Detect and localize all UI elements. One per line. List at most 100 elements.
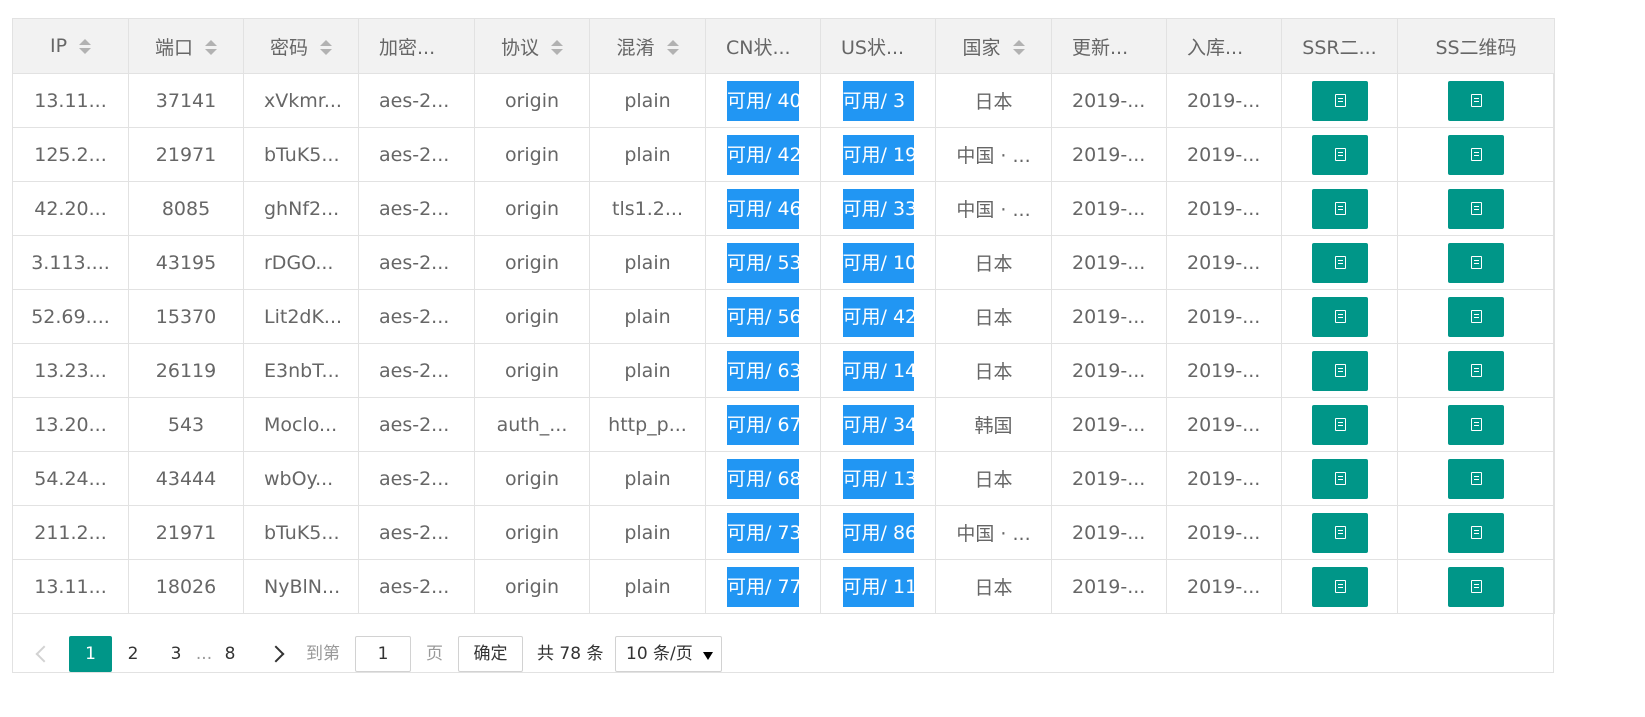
sort-icon[interactable]	[320, 40, 332, 56]
column-header-8[interactable]: 国家	[935, 18, 1052, 74]
column-header-5[interactable]: 混淆	[589, 18, 706, 74]
ip-text: 3.113....	[31, 251, 110, 274]
ss-qr-button[interactable]	[1448, 350, 1504, 391]
confirm-page-button[interactable]: 确定	[458, 636, 523, 672]
port-text: 43444	[155, 467, 217, 490]
ss-qr-button[interactable]	[1448, 566, 1504, 607]
column-header-label: CN状...	[726, 36, 791, 59]
port-cell: 26119	[128, 343, 244, 398]
ssr-qr-button[interactable]	[1311, 296, 1368, 337]
page-8-button[interactable]: 8	[219, 636, 241, 672]
ss-qr-button[interactable]	[1448, 80, 1504, 121]
column-header-label: 端口	[154, 36, 193, 59]
ss-qr-button[interactable]	[1448, 188, 1504, 229]
ssr-qr-button[interactable]	[1311, 350, 1368, 391]
ss-qr-button[interactable]	[1448, 458, 1504, 499]
ip-text: 13.11...	[34, 575, 107, 598]
ss-qr-button[interactable]	[1448, 512, 1504, 553]
sort-icon[interactable]	[205, 40, 217, 56]
updated-text: 2019-...	[1072, 521, 1146, 544]
ssr-qr-button[interactable]	[1311, 566, 1368, 607]
obfs-cell: tls1.2...	[589, 181, 706, 236]
sort-icon[interactable]	[1012, 40, 1025, 56]
country-cell: 中国 · ...	[935, 181, 1052, 236]
protocol-cell: origin	[474, 451, 590, 506]
method-cell: aes-2...	[358, 343, 475, 398]
password-text: E3nbT...	[264, 359, 340, 382]
ssr-qr-button[interactable]	[1311, 134, 1368, 175]
ssr-qr-button[interactable]	[1311, 458, 1368, 499]
obfs-cell: plain	[589, 127, 706, 182]
chevron-left-icon[interactable]	[35, 645, 53, 663]
chevron-right-icon[interactable]	[267, 645, 285, 663]
us-status-cell: 可用/ 10	[820, 235, 936, 290]
status-badge: 可用/ 77	[727, 566, 799, 607]
ss-qr-button[interactable]	[1448, 134, 1504, 175]
document-icon	[1471, 147, 1482, 161]
page-1-button[interactable]: 1	[69, 636, 112, 672]
method-cell: aes-2...	[358, 397, 475, 452]
updated-text: 2019-...	[1072, 413, 1146, 436]
table-row: 52.69.... 15370 Lit2dK... aes-2... origin pla…	[12, 289, 1555, 344]
ip-cell: 42.20...	[12, 181, 129, 236]
column-header-12: SS二维码	[1397, 18, 1555, 74]
port-cell: 543	[128, 397, 244, 452]
port-text: 15370	[155, 305, 217, 328]
ss-qr-button[interactable]	[1448, 296, 1504, 337]
column-header-4[interactable]: 协议	[474, 18, 590, 74]
method-text: aes-2...	[379, 359, 450, 382]
status-badge: 可用/ 14	[842, 350, 914, 391]
country-text: 日本	[974, 361, 1013, 383]
document-icon	[1334, 93, 1346, 107]
ss-qr-button[interactable]	[1448, 242, 1504, 283]
updated-text: 2019-...	[1072, 575, 1146, 598]
method-text: aes-2...	[379, 89, 450, 112]
updated-text: 2019-...	[1072, 197, 1146, 220]
document-icon	[1334, 579, 1346, 593]
port-text: 21971	[155, 521, 217, 544]
obfs-text: plain	[624, 521, 671, 544]
ip-cell: 125.2...	[12, 127, 129, 182]
sort-icon[interactable]	[551, 40, 563, 56]
page-2-button[interactable]: 2	[122, 636, 144, 672]
column-header-label: SSR二...	[1302, 36, 1377, 59]
column-header-10: 入库...	[1166, 18, 1282, 74]
ssr-qr-button[interactable]	[1311, 512, 1368, 553]
us-status-cell: 可用/ 34	[820, 397, 936, 452]
column-header-0[interactable]: IP	[12, 18, 129, 74]
page-size-select[interactable]: 10 条/页	[615, 636, 722, 672]
country-cell: 中国 · ...	[935, 127, 1052, 182]
ssr-qr-button[interactable]	[1311, 188, 1368, 229]
ip-cell: 52.69....	[12, 289, 129, 344]
ssr-qr-button[interactable]	[1311, 242, 1368, 283]
ssr-qr-button[interactable]	[1311, 80, 1368, 121]
column-header-3: 加密...	[358, 18, 475, 74]
ssr-qr-button[interactable]	[1311, 404, 1368, 445]
column-header-label: 更新...	[1072, 36, 1129, 59]
status-badge: 可用/ 86	[842, 512, 914, 553]
document-icon	[1334, 525, 1346, 539]
page-number-input[interactable]: 1	[355, 636, 411, 672]
port-text: 8085	[161, 197, 211, 220]
sort-icon[interactable]	[666, 40, 679, 56]
status-badge: 可用/ 13	[842, 458, 914, 499]
protocol-cell: origin	[474, 181, 590, 236]
document-icon	[1471, 201, 1482, 215]
us-status-cell: 可用/ 33	[820, 181, 936, 236]
country-text: 中国 · ...	[956, 523, 1031, 545]
total-count: 共 78 条	[537, 644, 604, 664]
obfs-text: plain	[624, 143, 671, 166]
page-3-button[interactable]: 3	[165, 636, 187, 672]
us-status-cell: 可用/ 11	[820, 559, 936, 614]
ss-qr-cell	[1397, 451, 1555, 506]
country-cell: 韩国	[935, 397, 1052, 452]
ss-qr-button[interactable]	[1448, 404, 1504, 445]
status-badge: 可用/ 46	[727, 188, 799, 229]
sort-icon[interactable]	[79, 38, 92, 55]
password-cell: bTuK5...	[243, 505, 359, 560]
protocol-cell: auth_...	[474, 397, 590, 452]
column-header-2[interactable]: 密码	[243, 18, 359, 74]
column-header-1[interactable]: 端口	[128, 18, 244, 74]
obfs-cell: http_p...	[589, 397, 706, 452]
method-text: aes-2...	[379, 521, 450, 544]
